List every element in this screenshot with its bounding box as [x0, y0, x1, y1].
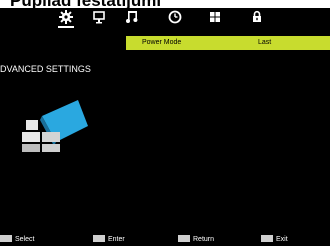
select-key-icon [0, 235, 12, 242]
option-row-power-mode[interactable]: Power Mode Last [126, 36, 330, 50]
section-title: DVANCED SETTINGS [0, 64, 91, 74]
enter-hint: Enter [93, 235, 125, 243]
select-label: Select [15, 236, 35, 243]
return-hint: Return [178, 235, 214, 243]
advanced-settings-graphic [18, 86, 90, 154]
option-label: Power Mode [142, 39, 182, 46]
music-note-icon[interactable] [124, 9, 140, 25]
lock-icon[interactable] [249, 9, 265, 25]
monitor-icon[interactable] [91, 9, 107, 25]
menu-bar [0, 8, 330, 28]
select-hint: Select [0, 235, 34, 243]
ok-key-icon [93, 235, 105, 242]
exit-key-icon [261, 235, 273, 242]
option-value: Last [258, 39, 272, 46]
return-label: Return [193, 236, 215, 243]
clock-icon[interactable] [167, 9, 183, 25]
footer-hints: Select Enter Return Exit [0, 234, 330, 246]
menu-key-icon [178, 235, 190, 242]
grid-icon[interactable] [207, 9, 223, 25]
exit-hint: Exit [261, 235, 288, 243]
enter-label: Enter [108, 236, 125, 243]
settings-gear-icon[interactable] [58, 9, 74, 28]
exit-label: Exit [276, 236, 288, 243]
